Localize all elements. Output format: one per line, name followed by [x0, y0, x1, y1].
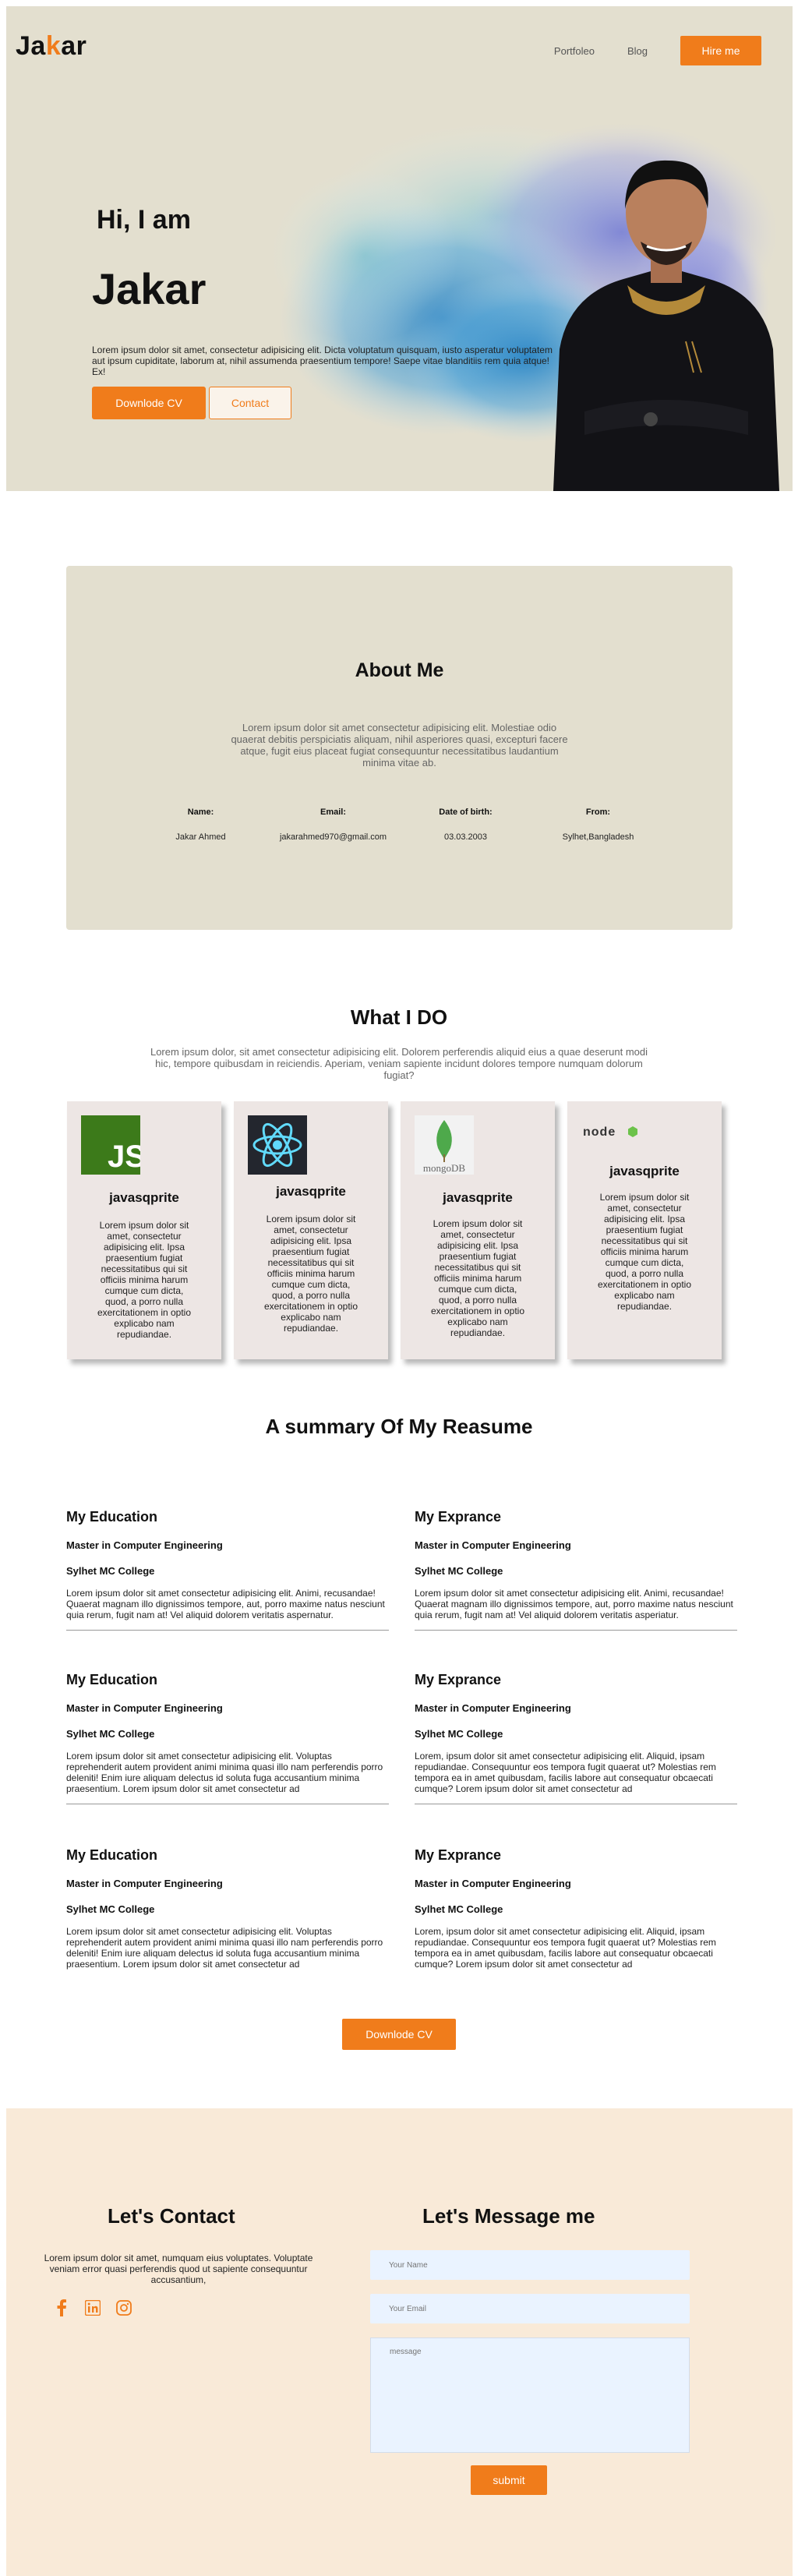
- resume-text: Lorem ipsum dolor sit amet consectetur a…: [415, 1588, 733, 1620]
- resume-text: Lorem ipsum dolor sit amet consectetur a…: [66, 1588, 385, 1620]
- resume-school: Sylhet MC College: [66, 1565, 155, 1577]
- submit-button[interactable]: submit: [471, 2465, 547, 2495]
- instagram-icon[interactable]: [115, 2299, 132, 2316]
- services-description: Lorem ipsum dolor, sit amet consectetur …: [150, 1046, 648, 1081]
- info-label: Email:: [320, 807, 346, 817]
- info-value: Sylhet,Bangladesh: [562, 832, 634, 842]
- mongodb-icon: mongoDB: [415, 1115, 474, 1175]
- social-links: [53, 2299, 147, 2316]
- hero-greeting: Hi, I am: [97, 205, 191, 235]
- about-title: About Me: [355, 659, 444, 681]
- about-section: About Me Lorem ipsum dolor sit amet cons…: [66, 566, 733, 930]
- hero-name: Jakar: [92, 264, 207, 313]
- logo[interactable]: Jakar: [16, 31, 87, 62]
- card-text: Lorem ipsum dolor sit amet, consectetur …: [597, 1192, 692, 1312]
- hire-me-button[interactable]: Hire me: [680, 36, 761, 65]
- message-textarea[interactable]: [370, 2337, 690, 2453]
- resume-degree: Master in Computer Engineering: [66, 1539, 223, 1551]
- info-label: From:: [585, 807, 611, 817]
- nav-blog-link[interactable]: Blog: [627, 45, 648, 57]
- experience-block: My Exprance Master in Computer Engineeri…: [415, 1672, 737, 1804]
- contact-section: Let's Contact Lorem ipsum dolor sit amet…: [6, 2108, 793, 2576]
- facebook-icon[interactable]: [53, 2299, 70, 2316]
- hero-description: Lorem ipsum dolor sit amet, consectetur …: [92, 345, 553, 377]
- experience-block: My Exprance Master in Computer Engineeri…: [415, 1509, 737, 1631]
- resume-degree: Master in Computer Engineering: [66, 1878, 223, 1889]
- info-label: Date of birth:: [439, 807, 493, 817]
- resume-degree: Master in Computer Engineering: [415, 1878, 571, 1889]
- card-title: javasqprite: [443, 1190, 513, 1205]
- email-input[interactable]: [370, 2294, 690, 2323]
- javascript-icon: JS: [81, 1115, 146, 1175]
- hero-buttons: Downlode CV Contact: [92, 387, 291, 419]
- resume-school: Sylhet MC College: [66, 1903, 155, 1915]
- card-title: javasqprite: [109, 1190, 179, 1205]
- education-block: My Education Master in Computer Engineer…: [66, 1509, 389, 1631]
- card-text: Lorem ipsum dolor sit amet, consectetur …: [263, 1214, 358, 1334]
- react-icon: [248, 1115, 307, 1175]
- resume-heading: My Exprance: [415, 1509, 502, 1525]
- svg-text:JS: JS: [108, 1140, 140, 1174]
- resume-text: Lorem ipsum dolor sit amet consectetur a…: [66, 1751, 383, 1794]
- info-dob: Date of birth: 03.03.2003: [400, 807, 532, 842]
- info-value: Jakar Ahmed: [175, 832, 226, 842]
- resume-school: Sylhet MC College: [415, 1565, 503, 1577]
- about-info: Name: Jakar Ahmed Email: jakarahmed970@g…: [66, 807, 733, 842]
- about-text: Lorem ipsum dolor sit amet consectetur a…: [231, 722, 568, 769]
- resume-degree: Master in Computer Engineering: [66, 1702, 223, 1714]
- resume-text: Lorem ipsum dolor sit amet consectetur a…: [66, 1926, 383, 1970]
- info-email: Email: jakarahmed970@gmail.com: [267, 807, 400, 842]
- divider: [415, 1630, 737, 1631]
- education-block: My Education Master in Computer Engineer…: [66, 1672, 389, 1804]
- resume-school: Sylhet MC College: [415, 1728, 503, 1740]
- divider: [66, 1630, 389, 1631]
- info-label: Name:: [187, 807, 214, 817]
- resume-degree: Master in Computer Engineering: [415, 1702, 571, 1714]
- info-value: 03.03.2003: [443, 832, 488, 842]
- resume-title: A summary Of My Reasume: [265, 1415, 533, 1438]
- services-title: What I DO: [350, 1005, 448, 1029]
- linkedin-icon[interactable]: [84, 2299, 101, 2316]
- info-from: From: Sylhet,Bangladesh: [532, 807, 665, 842]
- service-card: javasqprite Lorem ipsum dolor sit amet, …: [234, 1101, 388, 1359]
- card-title: javasqprite: [609, 1164, 680, 1178]
- message-title: Let's Message me: [422, 2204, 595, 2228]
- mongodb-text: mongoDB: [423, 1162, 466, 1174]
- resume-heading: My Exprance: [415, 1847, 502, 1863]
- profile-photo: [553, 160, 779, 491]
- resume-text: Lorem, ipsum dolor sit amet consectetur …: [415, 1751, 716, 1794]
- resume-degree: Master in Computer Engineering: [415, 1539, 571, 1551]
- resume-heading: My Education: [66, 1509, 158, 1525]
- card-text: Lorem ipsum dolor sit amet, consectetur …: [430, 1218, 525, 1338]
- download-cv-button[interactable]: Downlode CV: [92, 387, 206, 419]
- card-title: javasqprite: [276, 1184, 346, 1199]
- info-value: jakarahmed970@gmail.com: [279, 832, 387, 842]
- top-nav: Portfoleo Blog Hire me: [554, 36, 761, 65]
- nodejs-icon: node: [581, 1115, 641, 1147]
- info-name: Name: Jakar Ahmed: [135, 807, 267, 842]
- service-card: mongoDB javasqprite Lorem ipsum dolor si…: [401, 1101, 555, 1359]
- resume-heading: My Education: [66, 1847, 158, 1863]
- nodejs-text: node: [583, 1125, 616, 1139]
- card-text: Lorem ipsum dolor sit amet, consectetur …: [97, 1220, 192, 1340]
- nav-portfolio-link[interactable]: Portfoleo: [554, 45, 595, 57]
- resume-school: Sylhet MC College: [415, 1903, 503, 1915]
- experience-block: My Exprance Master in Computer Engineeri…: [415, 1847, 737, 1970]
- education-block: My Education Master in Computer Engineer…: [66, 1847, 389, 1970]
- resume-school: Sylhet MC College: [66, 1728, 155, 1740]
- contact-button[interactable]: Contact: [209, 387, 291, 419]
- resume-heading: My Exprance: [415, 1672, 502, 1687]
- resume-heading: My Education: [66, 1672, 158, 1687]
- hero-section: Jakar Portfoleo Blog Hire me Hi, I am Ja…: [6, 6, 793, 491]
- contact-text: Lorem ipsum dolor sit amet, numquam eius…: [44, 2253, 313, 2285]
- resume-text: Lorem, ipsum dolor sit amet consectetur …: [415, 1926, 716, 1970]
- resume-download-cv-button[interactable]: Downlode CV: [342, 2019, 456, 2050]
- contact-title: Let's Contact: [108, 2204, 235, 2228]
- service-card: node javasqprite Lorem ipsum dolor sit a…: [567, 1101, 722, 1359]
- name-input[interactable]: [370, 2250, 690, 2280]
- service-card: JS javasqprite Lorem ipsum dolor sit ame…: [67, 1101, 221, 1359]
